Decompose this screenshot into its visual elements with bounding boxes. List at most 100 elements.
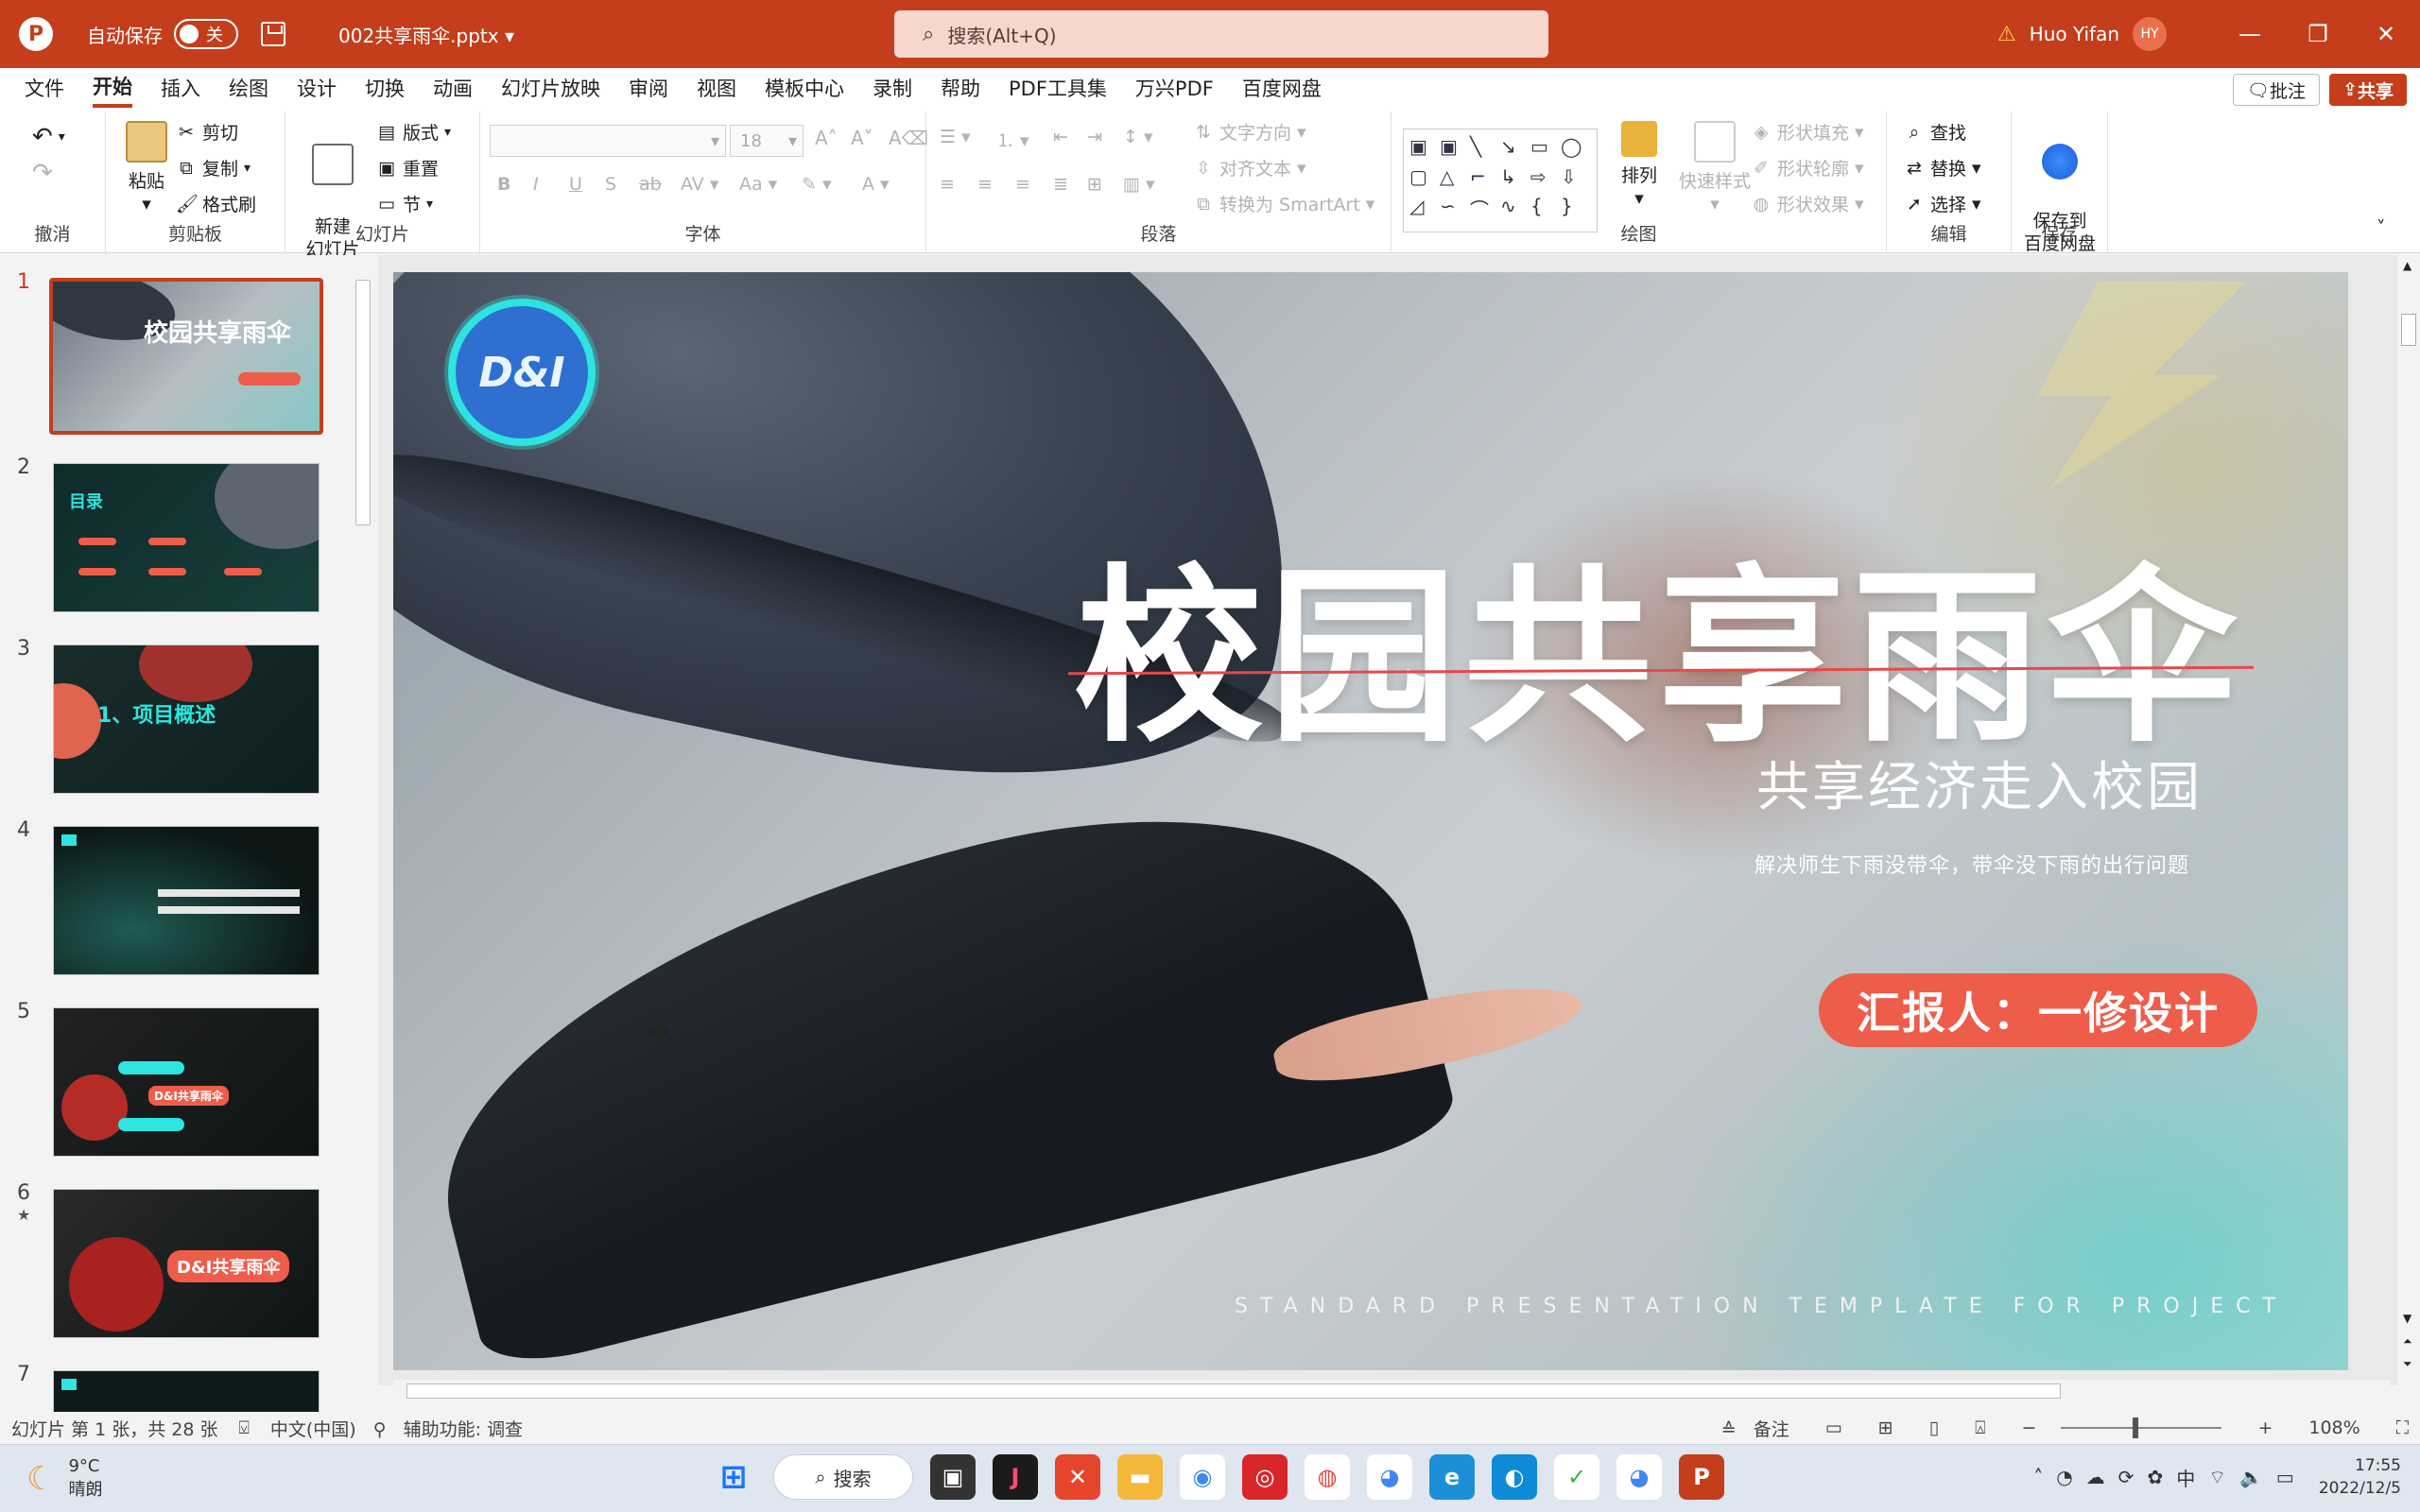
battery-icon[interactable]: ▭ <box>2276 1466 2294 1488</box>
slide-sorter-icon[interactable]: ⊞ <box>1878 1418 1893 1438</box>
fit-to-window-icon[interactable]: ⛶ <box>2396 1418 2409 1438</box>
tray-chevron-icon[interactable]: ˄ <box>2033 1466 2043 1488</box>
tab-13[interactable]: PDF工具集 <box>1009 74 1107 106</box>
ime-indicator[interactable]: 中 <box>2176 1464 2195 1491</box>
netease-music-icon[interactable]: ◎ <box>1242 1454 1288 1500</box>
tab-3[interactable]: 绘图 <box>229 74 268 106</box>
decrease-indent-icon[interactable]: ⇤ <box>1053 127 1068 147</box>
thumbnail-slide-3[interactable]: 1、项目概述 <box>53 644 320 794</box>
accessibility-status[interactable]: ⚲ 辅助功能: 调查 <box>373 1416 523 1441</box>
distributed-icon[interactable]: ⊞ <box>1087 174 1102 195</box>
thumbnail-slide-6[interactable]: D&I共享雨伞 <box>53 1189 320 1338</box>
tab-12[interactable]: 帮助 <box>941 74 980 106</box>
shrink-font-icon[interactable]: A˅ <box>851 127 873 149</box>
tab-4[interactable]: 设计 <box>297 74 337 106</box>
file-name[interactable]: 002共享雨伞.pptx ▾ <box>338 21 514 48</box>
paste-button[interactable]: 粘贴 ▾ <box>113 121 180 215</box>
tab-1[interactable]: 开始 <box>93 72 132 108</box>
tab-0[interactable]: 文件 <box>25 74 64 106</box>
align-right-icon[interactable]: ≡ <box>1015 174 1030 195</box>
text-direction-button[interactable]: ⇅ 文字方向 ▾ <box>1193 119 1306 145</box>
cut-button[interactable]: ✂ 剪切 <box>176 119 238 145</box>
language-indicator[interactable]: 中文(中国) <box>270 1416 356 1441</box>
autosave-toggle[interactable]: 关 <box>174 19 238 49</box>
down-arrow-shape-icon[interactable]: ⇩ <box>1561 165 1589 192</box>
tab-7[interactable]: 幻灯片放映 <box>501 74 600 106</box>
arrow-line-shape-icon[interactable]: ↘ <box>1500 135 1529 162</box>
change-case-icon[interactable]: Aa ▾ <box>739 174 777 195</box>
user-name[interactable]: Huo Yifan <box>2030 23 2119 45</box>
zoom-level[interactable]: 108% <box>2308 1418 2360 1438</box>
tab-14[interactable]: 万兴PDF <box>1135 74 1214 106</box>
taskbar-search[interactable]: ⌕ 搜索 <box>773 1454 913 1500</box>
increase-indent-icon[interactable]: ⇥ <box>1087 127 1102 147</box>
sync-icon[interactable]: ⟳ <box>2118 1466 2135 1488</box>
share-button[interactable]: ⇪ 共享 <box>2329 74 2407 106</box>
wifi-icon[interactable]: ⌔ <box>2208 1466 2226 1489</box>
clock[interactable]: 17:55 2022/12/5 <box>2319 1454 2401 1500</box>
tab-2[interactable]: 插入 <box>161 74 200 106</box>
spellcheck-icon[interactable]: ⍌ <box>238 1418 249 1438</box>
oval-shape-icon[interactable]: ◯ <box>1561 135 1589 162</box>
clear-format-icon[interactable]: A⌫ <box>889 127 928 149</box>
arrange-button[interactable]: 排列 ▾ <box>1605 121 1673 210</box>
scroll-up-icon[interactable]: ▲ <box>2403 259 2411 272</box>
slide-english-tagline[interactable]: STANDARD PRESENTATION TEMPLATE FOR PROJE… <box>1235 1295 2288 1318</box>
font-family-combo[interactable]: ▾ <box>490 125 726 157</box>
scroll-down-icon[interactable]: ▼ <box>2403 1312 2411 1325</box>
chrome-profile-icon[interactable]: ◕ <box>1616 1454 1662 1500</box>
tab-10[interactable]: 模板中心 <box>765 74 844 106</box>
close-button[interactable]: ✕ <box>2352 21 2420 47</box>
format-painter-button[interactable]: 🖌 格式刷 <box>176 191 256 216</box>
file-explorer-icon[interactable]: ▬ <box>1117 1454 1163 1500</box>
replace-button[interactable]: ⇄ 替换 ▾ <box>1904 155 1981 180</box>
shape-effects-button[interactable]: ◍ 形状效果 ▾ <box>1751 191 1864 216</box>
comment-button[interactable]: 🗨 批注 <box>2232 74 2321 106</box>
align-text-button[interactable]: ⇳ 对齐文本 ▾ <box>1193 155 1306 180</box>
tab-8[interactable]: 审阅 <box>629 74 668 106</box>
minimize-button[interactable]: — <box>2216 21 2284 47</box>
di-logo[interactable]: D&I <box>448 299 596 446</box>
line-spacing-icon[interactable]: ↕ ▾ <box>1123 127 1153 147</box>
app-icon-snail[interactable]: ◍ <box>1305 1454 1350 1500</box>
tab-6[interactable]: 动画 <box>433 74 473 106</box>
shape-outline-button[interactable]: ✐ 形状轮廓 ▾ <box>1751 155 1864 180</box>
tray-app-icon[interactable]: ✿ <box>2147 1466 2163 1488</box>
restore-button[interactable]: ❐ <box>2284 21 2352 47</box>
highlight-icon[interactable]: ✎ ▾ <box>802 174 832 195</box>
slideshow-icon[interactable]: ⍓ <box>1975 1418 1985 1438</box>
scroll-thumb[interactable] <box>355 280 371 525</box>
columns-icon[interactable]: ▥ ▾ <box>1123 174 1155 195</box>
copy-button[interactable]: ⧉ 复制 ▾ <box>176 155 251 180</box>
next-slide-icon[interactable]: ⏷ <box>2403 1357 2412 1371</box>
current-slide[interactable]: D&I 校园共享雨伞 共享经济走入校园 解决师生下雨没带伞，带伞没下雨的出行问题… <box>393 272 2348 1370</box>
tab-9[interactable]: 视图 <box>697 74 736 106</box>
align-left-icon[interactable]: ≡ <box>940 174 955 195</box>
zoom-in-icon[interactable]: + <box>2257 1418 2273 1438</box>
thumbnail-slide-1[interactable]: 校园共享雨伞 <box>49 278 323 435</box>
quick-styles-button[interactable]: 快速样式 ▾ <box>1675 121 1754 215</box>
normal-view-icon[interactable]: ▭ <box>1825 1418 1842 1438</box>
rectangle-shape-icon[interactable]: ▭ <box>1530 135 1559 162</box>
scroll-thumb[interactable] <box>2401 314 2416 346</box>
elbow-shape-icon[interactable]: ⌐ <box>1470 165 1498 192</box>
slide-description[interactable]: 解决师生下雨没带伞，带伞没下雨的出行问题 <box>1754 849 2189 879</box>
reset-button[interactable]: ▣ 重置 <box>376 155 439 180</box>
reading-view-icon[interactable]: ▯ <box>1929 1418 1939 1438</box>
section-button[interactable]: ▭ 节 ▾ <box>376 191 433 216</box>
tab-11[interactable]: 录制 <box>873 74 912 106</box>
select-button[interactable]: ➚ 选择 ▾ <box>1904 191 1981 216</box>
rounded-rect-shape-icon[interactable]: ▢ <box>1409 165 1438 192</box>
weather-widget[interactable]: ☾ 9°C 晴朗 <box>26 1456 102 1501</box>
italic-icon[interactable]: I <box>533 174 539 195</box>
thumbnails-scrollbar[interactable] <box>352 255 374 1412</box>
collapse-ribbon-icon[interactable]: ˅ <box>2377 217 2386 238</box>
vertical-textbox-shape-icon[interactable]: ▣ <box>1440 135 1468 162</box>
zoom-slider[interactable] <box>2061 1418 2222 1438</box>
tray-app-icon[interactable]: ◔ <box>2056 1466 2072 1488</box>
slide-title[interactable]: 校园共享雨伞 <box>1074 504 2242 778</box>
volume-icon[interactable]: 🔈 <box>2239 1466 2263 1488</box>
grow-font-icon[interactable]: A˄ <box>815 127 838 149</box>
numbering-icon[interactable]: ⒈ ▾ <box>996 127 1029 152</box>
tab-5[interactable]: 切换 <box>365 74 405 106</box>
